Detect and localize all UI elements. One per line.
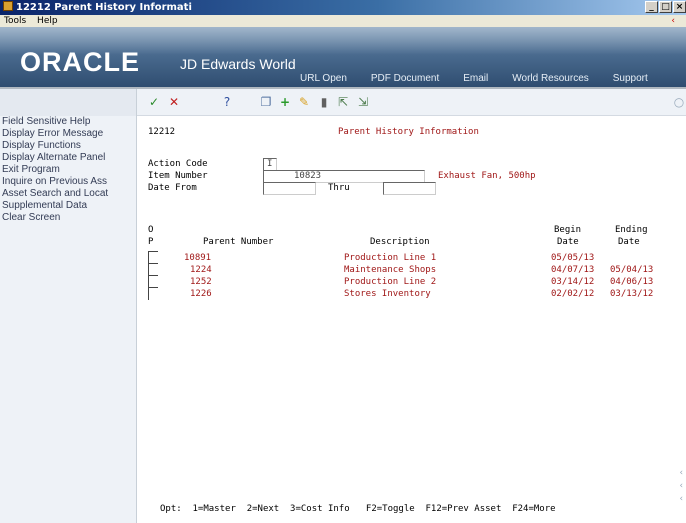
row-description: Production Line 1	[344, 253, 437, 263]
row-parent-number: 10891	[184, 253, 212, 263]
product-name: JD Edwards World	[180, 56, 296, 72]
window-controls: _ □ ×	[645, 1, 686, 13]
ok-check-icon[interactable]: ✓	[147, 95, 161, 109]
left-link-alternate-panel[interactable]: Display Alternate Panel	[0, 152, 136, 164]
copy-icon[interactable]: ❐	[259, 95, 273, 109]
action-code-label: Action Code	[148, 159, 208, 169]
row-parent-number: 1252	[190, 277, 212, 287]
col-description: Description	[370, 237, 430, 247]
menu-tools[interactable]: Tools	[4, 16, 26, 26]
left-link-exit-program[interactable]: Exit Program	[0, 164, 136, 176]
item-description: Exhaust Fan, 500hp	[438, 171, 536, 181]
left-link-inquire-previous[interactable]: Inquire on Previous Ass	[0, 176, 136, 188]
row-option-field[interactable]	[148, 287, 158, 300]
left-link-error-message[interactable]: Display Error Message	[0, 128, 136, 140]
maximize-icon[interactable]: □	[659, 1, 672, 13]
search-icon[interactable]: ○	[672, 95, 686, 109]
edit-pencil-icon[interactable]: ✎	[297, 95, 311, 109]
col-ending-top: Ending	[615, 225, 648, 235]
add-plus-icon[interactable]: +	[278, 95, 292, 109]
col-begin-bottom: Date	[557, 237, 579, 247]
menu-arrow-icon: ‹	[671, 16, 675, 26]
date-thru-field[interactable]	[383, 182, 436, 195]
header-links: URL Open PDF Document Email World Resour…	[300, 73, 672, 84]
menu-help[interactable]: Help	[37, 16, 58, 26]
cancel-x-icon[interactable]: ✕	[167, 95, 181, 109]
row-begin-date: 03/14/12	[551, 277, 595, 287]
row-parent-number: 1226	[190, 289, 212, 299]
link-support[interactable]: Support	[613, 73, 648, 84]
program-id: 12212	[148, 127, 176, 137]
menu-bar: Tools Help ‹	[0, 15, 686, 27]
left-link-display-functions[interactable]: Display Functions	[0, 140, 136, 152]
row-ending-date: 05/04/13	[610, 265, 654, 275]
link-world-resources[interactable]: World Resources	[512, 73, 589, 84]
oracle-logo: ORACLE	[20, 47, 140, 77]
row-description: Maintenance Shops	[344, 265, 437, 275]
thru-label: Thru	[328, 183, 350, 193]
minimize-icon[interactable]: _	[645, 1, 658, 13]
row-description: Stores Inventory	[344, 289, 431, 299]
link-url-open[interactable]: URL Open	[300, 73, 347, 84]
app-icon	[3, 1, 13, 11]
date-from-field[interactable]	[263, 182, 316, 195]
delete-trash-icon[interactable]: ▮	[317, 95, 331, 109]
function-panel: Field Sensitive Help Display Error Messa…	[0, 89, 137, 523]
help-question-icon[interactable]: ?	[220, 95, 234, 109]
item-number-label: Item Number	[148, 171, 208, 181]
left-link-supplemental-data[interactable]: Supplemental Data	[0, 200, 136, 212]
col-ending-bottom: Date	[618, 237, 640, 247]
col-option-bottom: P	[148, 237, 154, 247]
oracle-header: ORACLE JD Edwards World URL Open PDF Doc…	[0, 27, 686, 89]
link-email[interactable]: Email	[463, 73, 488, 84]
col-begin-top: Begin	[554, 225, 582, 235]
import-icon[interactable]: ⇲	[356, 95, 370, 109]
left-link-field-help[interactable]: Field Sensitive Help	[0, 116, 136, 128]
link-pdf-document[interactable]: PDF Document	[371, 73, 439, 84]
row-description: Production Line 2	[344, 277, 437, 287]
left-link-asset-search[interactable]: Asset Search and Locat	[0, 188, 136, 200]
page-title: Parent History Information	[338, 127, 479, 137]
form-area: 12212 Parent History Information Action …	[138, 117, 686, 523]
row-begin-date: 05/05/13	[551, 253, 595, 263]
options-legend: Opt: 1=Master 2=Next 3=Cost Info F2=Togg…	[160, 504, 556, 514]
window-title: 12212 Parent History Informati	[16, 2, 192, 13]
scroll-indicator-icon[interactable]: ‹ ‹ ‹	[679, 467, 684, 506]
col-parent-number: Parent Number	[203, 237, 274, 247]
action-toolbar: ✓ ✕ ? ❐ + ✎ ▮ ⇱ ⇲ ○	[137, 89, 686, 116]
row-ending-date: 03/13/12	[610, 289, 654, 299]
row-ending-date: 04/06/13	[610, 277, 654, 287]
row-parent-number: 1224	[190, 265, 212, 275]
col-option-top: O	[148, 225, 154, 235]
export-icon[interactable]: ⇱	[336, 95, 350, 109]
row-begin-date: 04/07/13	[551, 265, 595, 275]
date-from-label: Date From	[148, 183, 197, 193]
left-link-clear-screen[interactable]: Clear Screen	[0, 212, 136, 224]
row-begin-date: 02/02/12	[551, 289, 595, 299]
close-icon[interactable]: ×	[673, 1, 686, 13]
window-title-bar: 12212 Parent History Informati _ □ ×	[0, 0, 686, 15]
